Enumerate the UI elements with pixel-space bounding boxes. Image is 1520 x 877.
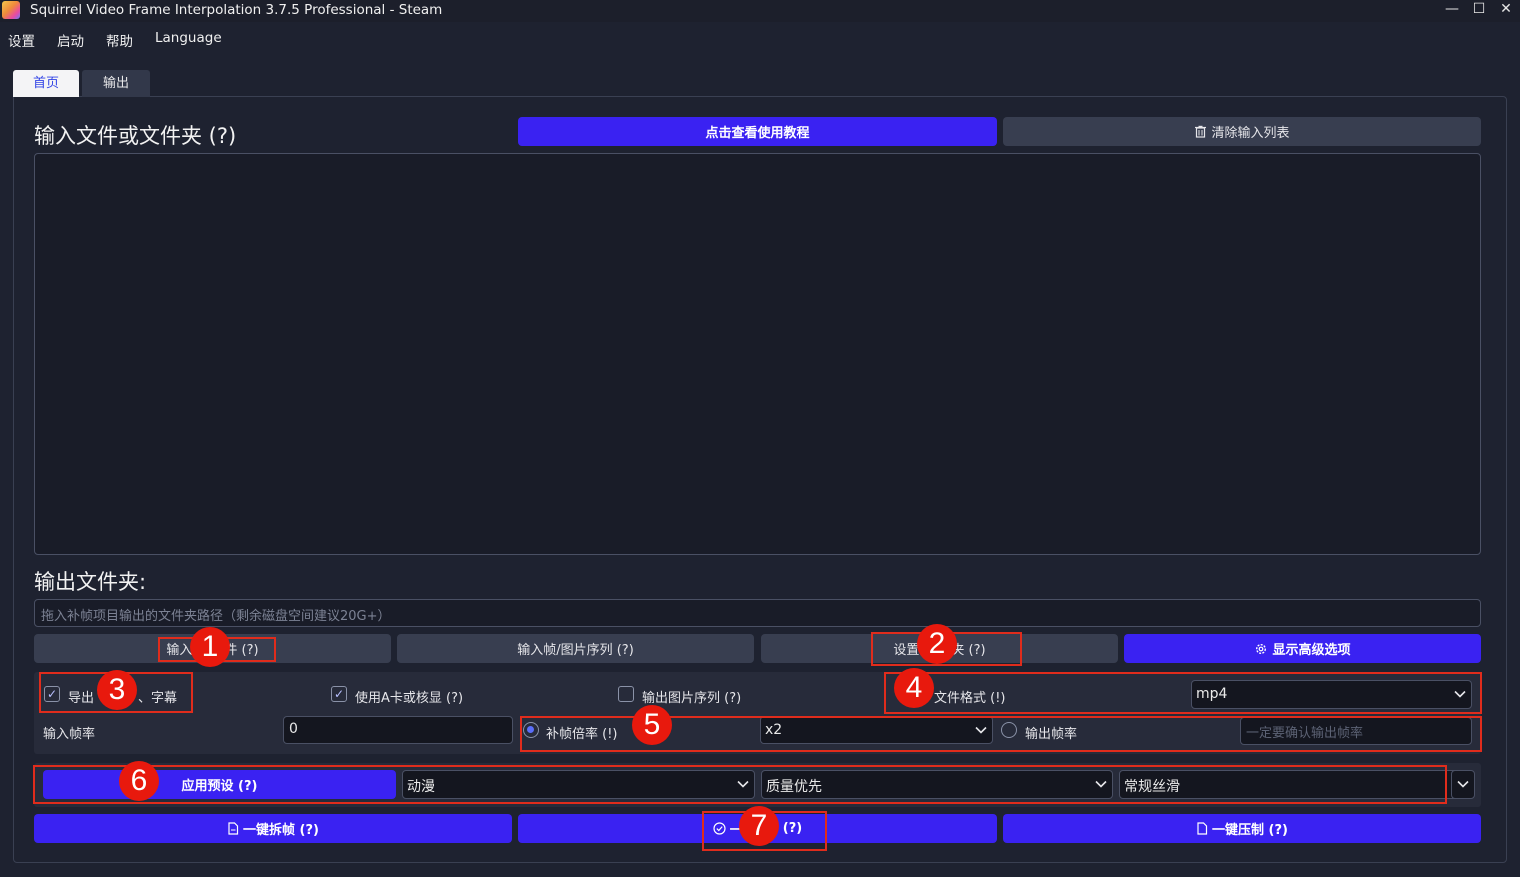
window-title: Squirrel Video Frame Interpolation 3.7.5…	[30, 2, 443, 18]
input-section-title: 输入文件或文件夹 (?)	[34, 124, 237, 148]
input-file-drop-area[interactable]	[34, 153, 1481, 555]
menu-settings[interactable]: 设置	[8, 30, 35, 50]
annotation-badge-6: 6	[119, 761, 159, 801]
annotation-badge-5: 5	[632, 705, 672, 745]
amd-card-label: 使用A卡或核显 (?)	[355, 691, 464, 706]
menu-language[interactable]: Language	[155, 30, 222, 46]
output-section-title: 输出文件夹:	[34, 570, 147, 594]
input-frames-button[interactable]: 输入帧/图片序列 (?)	[397, 634, 754, 663]
input-frames-label: 输入帧/图片序列 (?)	[517, 643, 634, 658]
output-image-seq-checkbox[interactable]	[618, 686, 634, 702]
minimize-button[interactable]: —	[1440, 0, 1464, 20]
preset-extra-dropdown[interactable]	[1451, 770, 1475, 799]
trash-icon	[1195, 125, 1207, 138]
split-frames-button[interactable]: 一键拆帧 (?)	[34, 814, 512, 843]
compress-label: 一键压制 (?)	[1212, 823, 1288, 838]
input-fps-field[interactable]: 0	[283, 716, 513, 744]
file-icon	[228, 822, 239, 835]
tab-home[interactable]: 首页	[13, 70, 79, 97]
annotation-box-6	[33, 765, 1447, 804]
gear-icon	[1256, 643, 1267, 654]
compress-button[interactable]: 一键压制 (?)	[1003, 814, 1481, 843]
annotation-badge-1: 1	[190, 627, 230, 667]
annotation-badge-2: 2	[917, 624, 957, 664]
clear-input-list-button[interactable]: 清除输入列表	[1003, 117, 1481, 146]
maximize-button[interactable]: ☐	[1467, 0, 1491, 20]
output-folder-input[interactable]: 拖入补帧项目输出的文件夹路径（剩余磁盘空间建议20G+）	[34, 599, 1481, 627]
file-icon	[1197, 822, 1208, 835]
input-fps-label: 输入帧率	[43, 727, 96, 742]
split-frames-label: 一键拆帧 (?)	[243, 823, 319, 838]
annotation-badge-7: 7	[739, 806, 779, 846]
amd-card-checkbox[interactable]: ✓	[331, 686, 347, 702]
annotation-badge-4: 4	[894, 668, 934, 708]
menu-bar	[0, 24, 1520, 52]
close-button[interactable]: ✕	[1494, 0, 1518, 20]
check-icon: ✓	[333, 687, 345, 701]
tab-output[interactable]: 输出	[82, 70, 150, 97]
annotation-box-4	[884, 672, 1482, 714]
show-advanced-button[interactable]: 显示高级选项	[1124, 634, 1481, 663]
tutorial-button-label: 点击查看使用教程	[705, 126, 810, 141]
tutorial-button[interactable]: 点击查看使用教程	[518, 117, 997, 146]
clear-input-list-label: 清除输入列表	[1211, 126, 1290, 141]
menu-help[interactable]: 帮助	[106, 30, 133, 50]
annotation-badge-3: 3	[97, 670, 137, 710]
show-advanced-label: 显示高级选项	[1272, 643, 1351, 658]
app-logo-icon	[2, 1, 20, 19]
chevron-down-icon	[1457, 780, 1469, 788]
output-image-seq-label: 输出图片序列 (?)	[642, 691, 742, 706]
menu-launch[interactable]: 启动	[57, 30, 84, 50]
